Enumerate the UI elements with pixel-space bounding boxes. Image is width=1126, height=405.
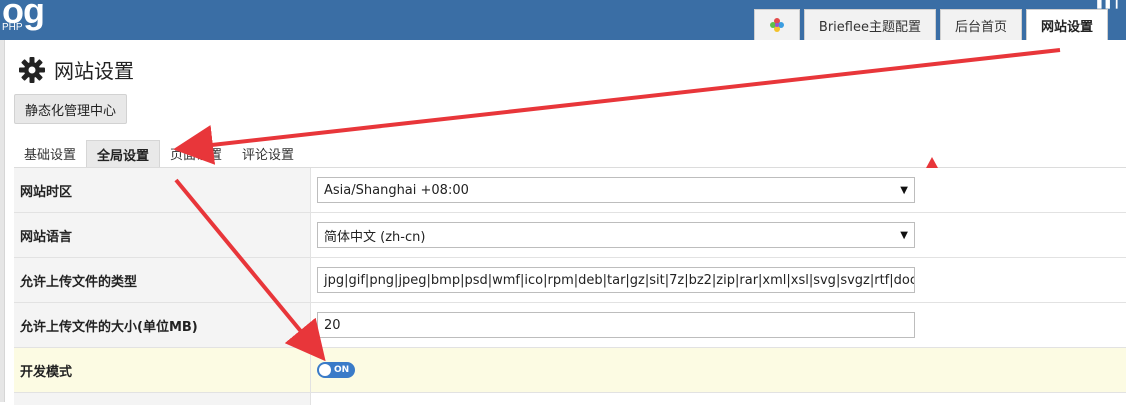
setting-row-dev-mode: 开发模式 ON [14, 348, 1126, 393]
flower-icon [769, 18, 784, 32]
settings-table: 网站时区 Asia/Shanghai +08:00 ▼ 网站语言 简体中文 (z… [14, 167, 1126, 405]
language-value: 简体中文 (zh-cn) [324, 229, 426, 245]
upload-types-cell: jpg|gif|png|jpeg|bmp|psd|wmf|ico|rpm|deb… [311, 258, 1126, 302]
top-tabs: Brieflee主题配置 后台首页 网站设置 [753, 9, 1108, 40]
language-label: 网站语言 [14, 213, 311, 257]
page-heading: 网站设置 [18, 55, 134, 84]
setting-row-timezone: 网站时区 Asia/Shanghai +08:00 ▼ [14, 168, 1126, 213]
toggle-state: ON [334, 365, 350, 375]
tab-page-settings[interactable]: 页面设置 [160, 140, 232, 167]
tab-site-settings[interactable]: 网站设置 [1025, 9, 1108, 40]
annotation-arrow-to-global-tab [173, 48, 1061, 165]
logo-subtitle: PHP [2, 22, 23, 33]
top-links[interactable]: ▐▐ ┃ [1093, 0, 1120, 9]
language-select[interactable]: 简体中文 (zh-cn) ▼ [317, 222, 915, 248]
upload-size-label: 允许上传文件的大小(单位MB) [14, 303, 311, 347]
tab-basic-settings[interactable]: 基础设置 [14, 140, 86, 167]
upload-types-input[interactable]: jpg|gif|png|jpeg|bmp|psd|wmf|ico|rpm|deb… [317, 267, 915, 293]
tab-admin-home[interactable]: 后台首页 [939, 9, 1022, 40]
partial-label [14, 393, 311, 405]
dev-mode-label: 开发模式 [14, 348, 311, 392]
timezone-value: Asia/Shanghai +08:00 [324, 182, 469, 198]
tab-brieflee-theme[interactable]: Brieflee主题配置 [803, 9, 936, 40]
dropdown-caret-icon: ▼ [900, 184, 908, 196]
tab-global-settings[interactable]: 全局设置 [86, 140, 161, 167]
upload-size-cell: 20 [311, 303, 1126, 347]
static-management-button[interactable]: 静态化管理中心 [14, 94, 128, 124]
tab-apps[interactable] [753, 9, 800, 40]
dev-mode-toggle[interactable]: ON [317, 362, 355, 378]
timezone-label: 网站时区 [14, 168, 311, 212]
tab-comment-settings[interactable]: 评论设置 [232, 140, 304, 167]
settings-tabs: 基础设置 全局设置 页面设置 评论设置 [14, 140, 304, 167]
top-bar: og PHP ▐▐ ┃ Brieflee主题配置 后台首页 网站设置 [0, 0, 1126, 40]
setting-row-partial [14, 393, 1126, 405]
setting-row-upload-types: 允许上传文件的类型 jpg|gif|png|jpeg|bmp|psd|wmf|i… [14, 258, 1126, 303]
left-sidebar-edge [0, 40, 5, 402]
upload-types-label: 允许上传文件的类型 [14, 258, 311, 302]
upload-size-input[interactable]: 20 [317, 312, 915, 338]
timezone-select[interactable]: Asia/Shanghai +08:00 ▼ [317, 177, 915, 203]
gear-icon [19, 56, 45, 83]
toggle-knob [319, 364, 331, 376]
timezone-cell: Asia/Shanghai +08:00 ▼ [311, 168, 1126, 212]
partial-value [311, 393, 1126, 405]
dropdown-caret-icon: ▼ [900, 229, 908, 241]
setting-row-language: 网站语言 简体中文 (zh-cn) ▼ [14, 213, 1126, 258]
setting-row-upload-size: 允许上传文件的大小(单位MB) 20 [14, 303, 1126, 348]
page-title: 网站设置 [54, 59, 134, 83]
dev-mode-cell: ON [311, 348, 1126, 392]
language-cell: 简体中文 (zh-cn) ▼ [311, 213, 1126, 257]
